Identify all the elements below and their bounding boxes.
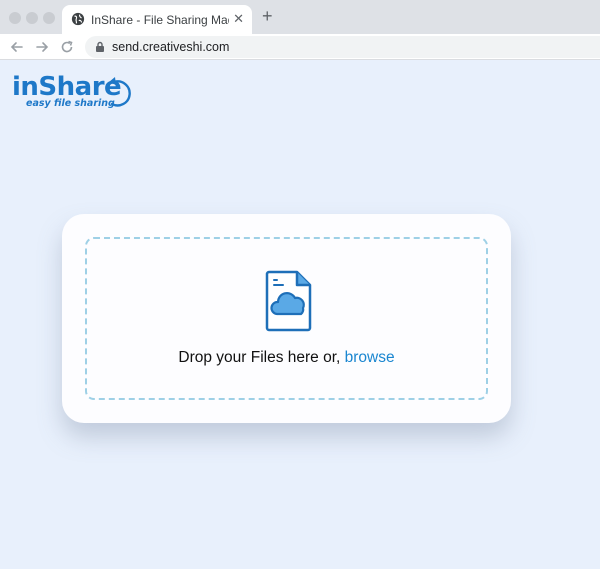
share-arrow-icon (109, 77, 131, 107)
reload-icon[interactable] (58, 38, 76, 56)
browser-toolbar: send.creativeshi.com (0, 34, 600, 60)
window-close-light[interactable] (9, 12, 21, 24)
tab-title: InShare - File Sharing Made Easy (91, 13, 229, 27)
window-zoom-light[interactable] (43, 12, 55, 24)
drop-instructions: Drop your Files here or, browse (87, 349, 486, 367)
upload-card: Drop your Files here or, browse (62, 214, 511, 423)
forward-arrow-icon[interactable] (33, 38, 51, 56)
url-text: send.creativeshi.com (112, 40, 230, 54)
address-bar[interactable]: send.creativeshi.com (85, 36, 600, 58)
browser-tab[interactable]: InShare - File Sharing Made Easy ✕ (62, 5, 252, 34)
lock-icon (96, 41, 104, 52)
back-arrow-icon[interactable] (8, 38, 26, 56)
window-minimize-light[interactable] (26, 12, 38, 24)
cloud-file-icon (265, 270, 312, 332)
new-tab-button[interactable]: + (262, 7, 273, 25)
drop-prompt-text: Drop your Files here or, (178, 349, 345, 366)
browser-titlebar: InShare - File Sharing Made Easy ✕ + (0, 0, 600, 34)
browse-link[interactable]: browse (345, 349, 395, 366)
tab-close-icon[interactable]: ✕ (233, 11, 244, 27)
globe-icon (71, 12, 85, 26)
inshare-logo[interactable]: inShare easy file sharing (12, 70, 131, 112)
file-drop-zone[interactable]: Drop your Files here or, browse (85, 237, 488, 400)
